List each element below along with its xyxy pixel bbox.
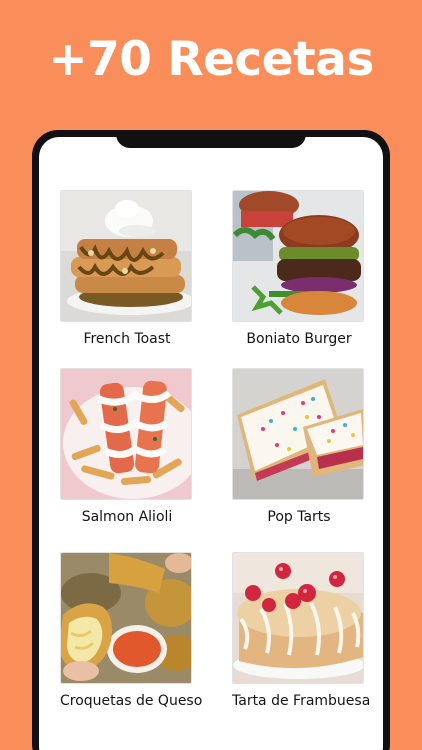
recipe-title[interactable]: French Toast [60, 331, 194, 347]
french-toast-photo[interactable] [60, 190, 192, 322]
raspberry-tart-photo[interactable] [232, 552, 364, 684]
recipe-title[interactable]: Tarta de Frambuesa [232, 693, 370, 709]
phone-frame: French Toast Boniato Burger Salmon Aliol… [32, 130, 390, 750]
phone-notch [116, 130, 306, 148]
pop-tarts-photo[interactable] [232, 368, 364, 500]
recipe-title[interactable]: Pop Tarts [232, 509, 366, 525]
page-title: +70 Recetas [48, 32, 374, 87]
salmon-alioli-photo[interactable] [60, 368, 192, 500]
recipe-card-salmon-alioli[interactable]: Salmon Alioli [60, 368, 194, 525]
recipe-card-tarta-de-frambuesa[interactable]: Tarta de Frambuesa [232, 552, 370, 709]
burger-photo[interactable] [232, 190, 364, 322]
recipe-title[interactable]: Boniato Burger [232, 331, 366, 347]
recipe-title[interactable]: Croquetas de Queso [60, 693, 202, 709]
recipe-grid: French Toast Boniato Burger Salmon Aliol… [39, 137, 383, 750]
cheese-croquettes-photo[interactable] [60, 552, 192, 684]
recipe-card-french-toast[interactable]: French Toast [60, 190, 194, 347]
recipe-card-pop-tarts[interactable]: Pop Tarts [232, 368, 366, 525]
recipe-title[interactable]: Salmon Alioli [60, 509, 194, 525]
recipe-card-croquetas-de-queso[interactable]: Croquetas de Queso [60, 552, 202, 709]
recipe-card-boniato-burger[interactable]: Boniato Burger [232, 190, 366, 347]
